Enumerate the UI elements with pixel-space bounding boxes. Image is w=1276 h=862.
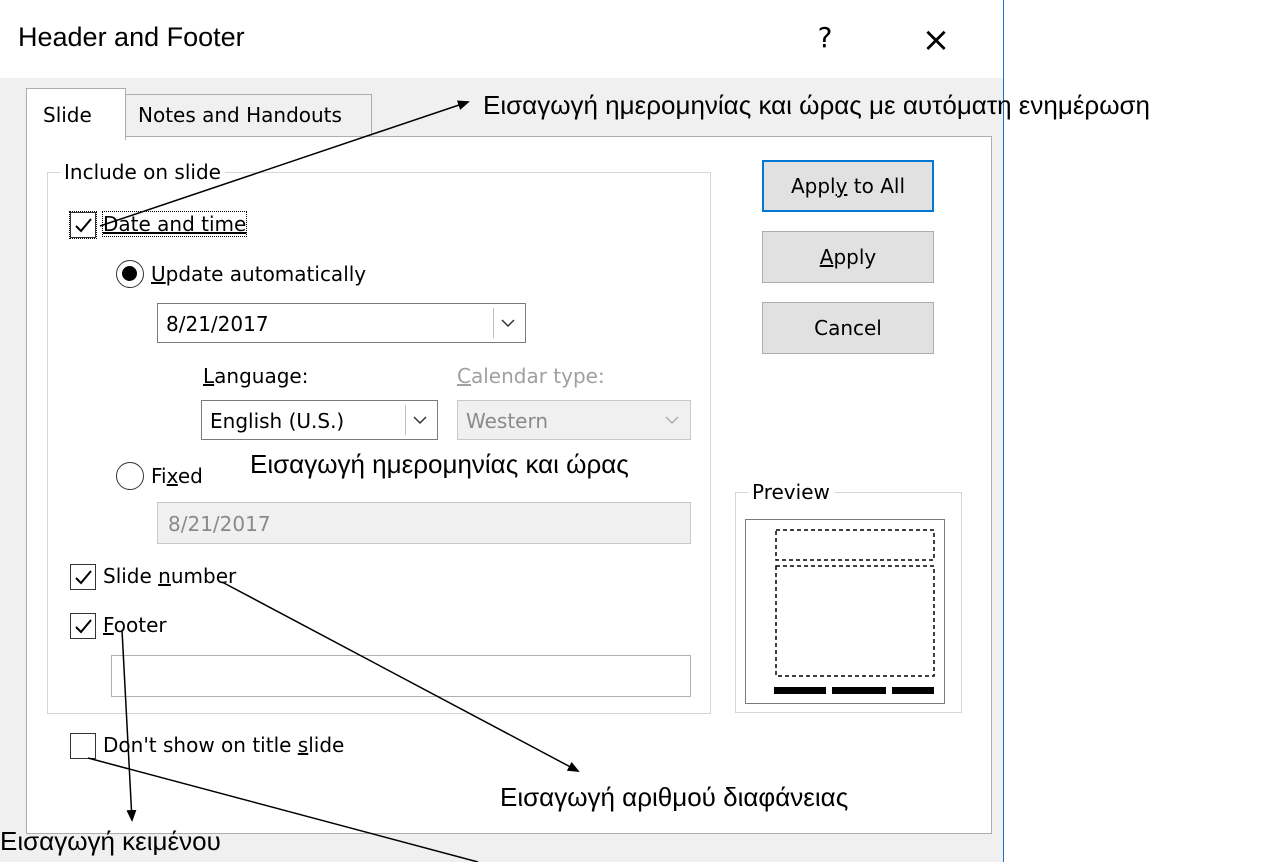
annotation-date-fixed: Εισαγωγή ημερομηνίας και ώρας [250, 449, 629, 479]
arrow-text-stem [121, 629, 137, 822]
annotation-date-auto: Εισαγωγή ημερομηνίας και ώρας με αυτόματ… [483, 90, 1151, 120]
arrow-date-auto [99, 100, 470, 227]
annotation-arrows [87, 100, 580, 862]
annotation-text: Εισαγωγή κειμένου [0, 826, 221, 856]
arrow-slide-number [221, 581, 580, 772]
annotation-slide-number: Εισαγωγή αριθμού διαφάνειας [500, 782, 849, 812]
